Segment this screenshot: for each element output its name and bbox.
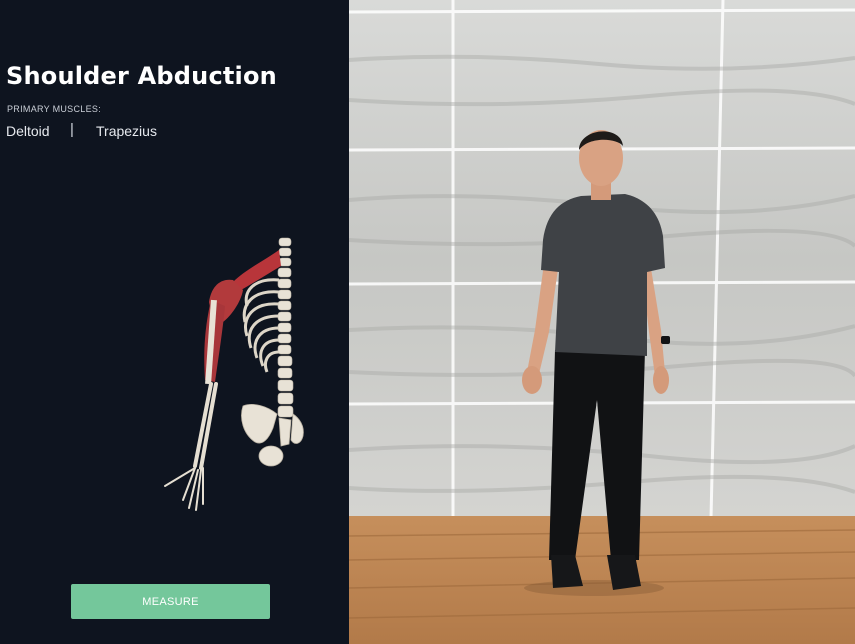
camera-feed [349, 0, 855, 644]
muscle-deltoid: Deltoid [6, 123, 50, 139]
measure-button[interactable]: MEASURE [71, 584, 270, 619]
exercise-title: Shoulder Abduction [6, 62, 277, 90]
primary-muscles-caption: PRIMARY MUSCLES: [7, 104, 101, 114]
ribcage-icon [242, 278, 280, 373]
forearm-icon [193, 382, 218, 470]
anatomy-skeleton-illustration [164, 237, 304, 511]
muscle-separator: | [70, 121, 74, 138]
hand-icon [164, 467, 204, 511]
exercise-info-panel: Shoulder Abduction PRIMARY MUSCLES: Delt… [0, 0, 349, 644]
camera-scene [349, 0, 855, 644]
muscle-trapezius: Trapezius [96, 123, 157, 139]
pelvis-icon [241, 404, 304, 467]
